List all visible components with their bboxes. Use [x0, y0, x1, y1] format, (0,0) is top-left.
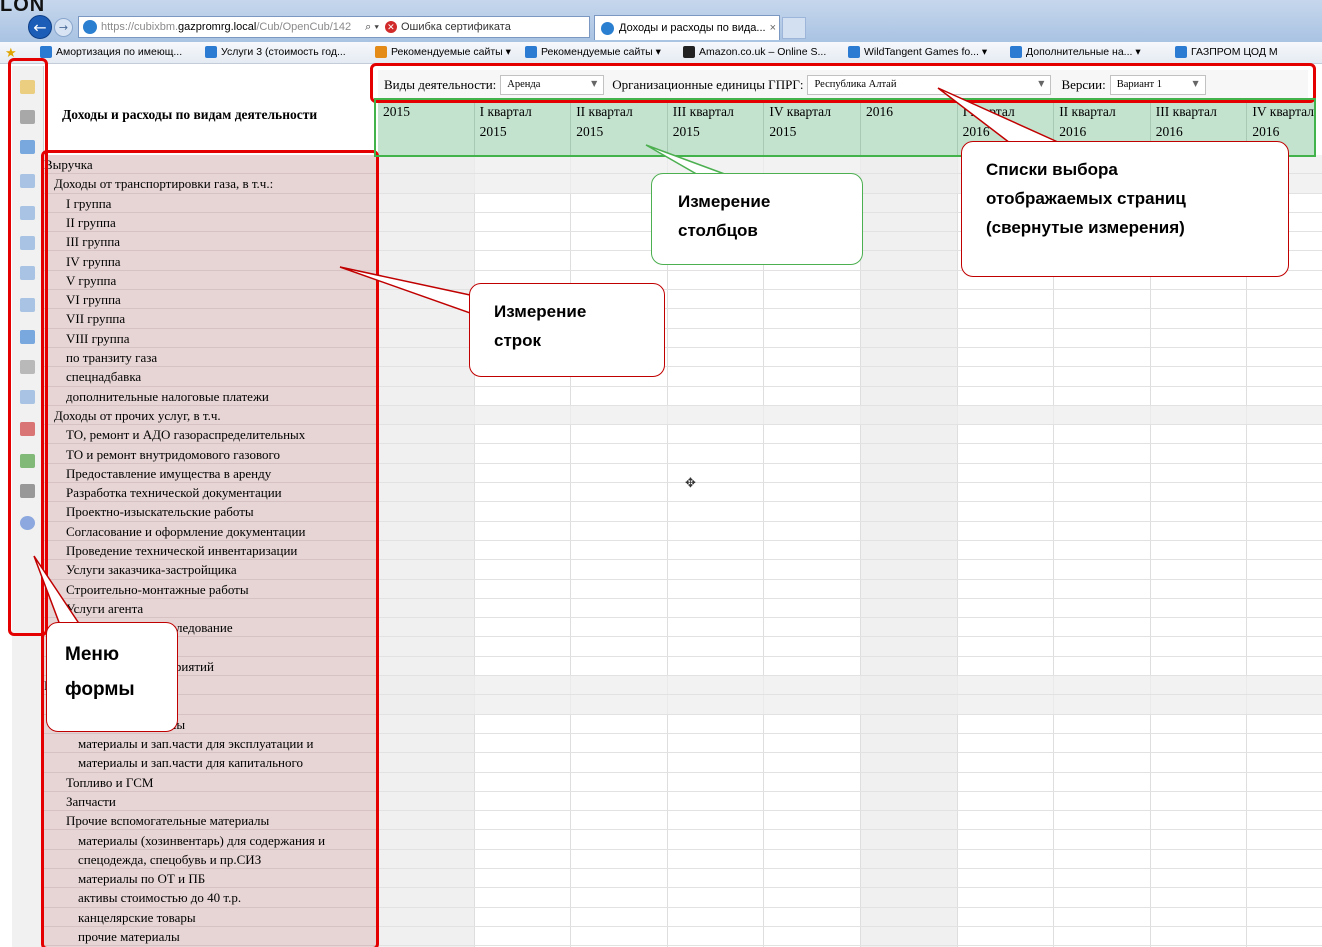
tab-active[interactable]: Доходы и расходы по вида... × [594, 15, 780, 40]
callout-menu-line1: Меню [65, 644, 120, 665]
address-bar[interactable]: https://cubixbm. gazpromrg.local/Cub/Open… [78, 16, 590, 38]
forward-arrow-icon: → [58, 21, 69, 34]
data-row[interactable] [378, 618, 1322, 638]
favorite-label: Рекомендуемые сайты ▾ [541, 46, 661, 58]
data-row[interactable] [378, 792, 1322, 812]
favorite-label: Услуги 3 (стоимость год... [221, 46, 346, 58]
data-row[interactable] [378, 464, 1322, 484]
data-row[interactable] [378, 908, 1322, 927]
data-row[interactable] [378, 715, 1322, 734]
move-cursor-icon: ✥ [685, 476, 696, 491]
data-row[interactable] [378, 502, 1322, 522]
favorite-page-icon [525, 46, 537, 58]
rows-outline [41, 150, 379, 947]
search-icon[interactable]: ⌕ ▾ [365, 21, 379, 34]
favorite-page-icon [375, 46, 387, 58]
close-tab-icon[interactable]: × [770, 22, 776, 34]
data-row[interactable] [378, 831, 1322, 850]
data-row[interactable] [378, 888, 1322, 908]
cert-error-icon[interactable]: ✕ [384, 21, 397, 33]
data-row[interactable] [378, 695, 1322, 715]
callout-columns-line1: Измерение [678, 192, 771, 211]
favorite-link[interactable]: WildTangent Games fo... ▾ [848, 46, 987, 58]
filters-outline [370, 63, 1316, 103]
browser-titlebar: LON ← → https://cubixbm. gazpromrg.local /… [0, 0, 1322, 42]
data-row[interactable] [378, 445, 1322, 464]
data-row[interactable] [378, 638, 1322, 657]
url-path: /Cub/OpenCub/142 [256, 21, 352, 33]
favorite-page-icon [683, 46, 695, 58]
data-row[interactable] [378, 657, 1322, 677]
tab-title: Доходы и расходы по вида... [619, 22, 766, 34]
url-prefix: https://cubixbm. [101, 21, 179, 33]
ie-tab-icon [601, 21, 614, 35]
favorite-link[interactable]: ГАЗПРОМ ЦОД М [1175, 46, 1278, 58]
favorite-page-icon [848, 46, 860, 58]
favorite-label: Амортизация по имеющ... [56, 46, 183, 58]
data-row[interactable] [378, 522, 1322, 541]
data-row[interactable] [378, 811, 1322, 831]
callout-pages-line2: отображаемых страниц [986, 188, 1186, 208]
data-row[interactable] [378, 425, 1322, 445]
data-row[interactable] [378, 753, 1322, 773]
data-row[interactable] [378, 405, 1322, 426]
form-title: Доходы и расходы по видам деятельности [62, 107, 318, 122]
favorite-label: Amazon.co.uk – Online S... [699, 46, 827, 58]
favorite-label: Рекомендуемые сайты ▾ [391, 46, 511, 58]
favorite-page-icon [1175, 46, 1187, 58]
favorite-page-icon [205, 46, 217, 58]
favorite-link[interactable]: Рекомендуемые сайты ▾ [525, 46, 661, 58]
data-row[interactable] [378, 560, 1322, 580]
back-arrow-icon: ← [33, 18, 47, 37]
data-row[interactable] [378, 676, 1322, 696]
data-row[interactable] [378, 734, 1322, 754]
callout-rows-line2: строк [494, 330, 542, 350]
data-row[interactable] [378, 850, 1322, 870]
favorite-page-icon [40, 46, 52, 58]
callout-menu-line2: формы [65, 679, 135, 701]
callout-rows-line1: Измерение [494, 302, 587, 321]
ie-page-icon [83, 20, 97, 34]
data-row[interactable] [378, 927, 1322, 947]
data-row[interactable] [378, 773, 1322, 792]
data-row[interactable] [378, 387, 1322, 406]
forward-button[interactable]: → [54, 18, 73, 37]
callout-pages-line3: (свернутые измерения) [986, 217, 1185, 237]
callout-pages: Списки выбора отображаемых страниц (свер… [961, 141, 1289, 277]
callout-columns-line2: столбцов [678, 220, 758, 240]
favorite-link[interactable]: Amazon.co.uk – Online S... [683, 46, 826, 58]
data-row[interactable] [378, 869, 1322, 889]
new-tab-button[interactable] [782, 17, 806, 39]
callout-rows: Измерение строк [469, 283, 665, 377]
callout-columns: Измерение столбцов [651, 173, 863, 265]
back-button[interactable]: ← [28, 15, 52, 39]
favorite-label: ГАЗПРОМ ЦОД М [1191, 46, 1278, 58]
favorite-label: WildTangent Games fo... ▾ [864, 46, 988, 58]
favorite-link[interactable]: Дополнительные на... ▾ [1010, 46, 1141, 58]
cert-error-text[interactable]: Ошибка сертификата [401, 21, 511, 33]
callout-menu: Меню формы [46, 622, 178, 732]
favorite-link[interactable]: Рекомендуемые сайты ▾ [375, 46, 511, 58]
favorite-label: Дополнительные на... ▾ [1026, 46, 1141, 58]
favorite-link[interactable]: Услуги 3 (стоимость год... [205, 46, 346, 58]
favorites-bar: ★ Амортизация по имеющ... Услуги 3 (стоим… [0, 42, 1322, 64]
data-row[interactable] [378, 483, 1322, 503]
url-domain: gazpromrg.local [178, 21, 257, 33]
data-row[interactable] [378, 599, 1322, 619]
callout-pages-line1: Списки выбора [986, 160, 1118, 179]
favorite-page-icon [1010, 46, 1022, 58]
data-row[interactable] [378, 580, 1322, 599]
favorite-link[interactable]: Амортизация по имеющ... [40, 46, 182, 58]
data-row[interactable] [378, 541, 1322, 561]
